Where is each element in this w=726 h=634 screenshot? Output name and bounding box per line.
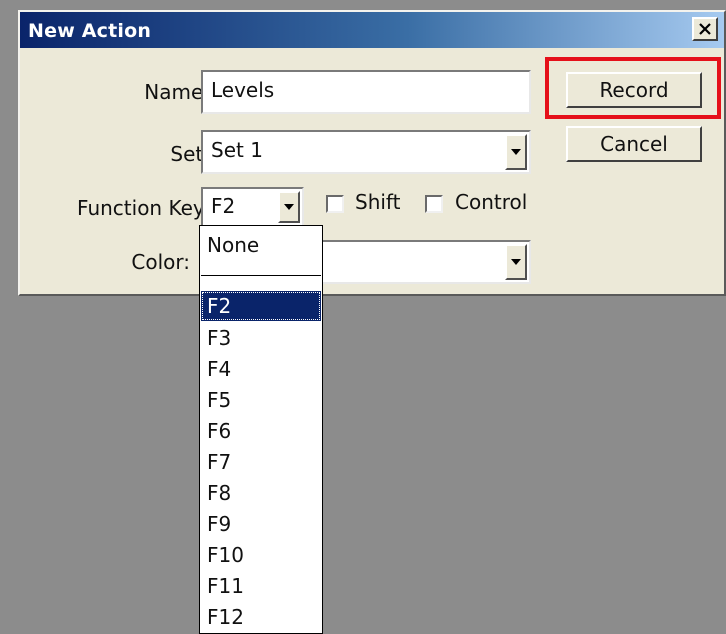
dropdown-option-f12[interactable]: F12 [201,602,321,632]
close-icon [699,23,711,35]
close-button[interactable] [692,17,718,41]
dropdown-separator [201,275,321,276]
dropdown-option-f5[interactable]: F5 [201,385,321,415]
color-dropdown-button[interactable] [505,244,527,280]
cancel-button-label: Cancel [600,132,668,156]
set-dropdown-button[interactable] [505,134,527,170]
function-key-value: F2 [211,194,236,218]
dialog-title-bar[interactable]: New Action [20,12,724,48]
control-checkbox[interactable] [425,195,443,213]
dropdown-option-f6[interactable]: F6 [201,416,321,446]
chevron-down-icon [511,259,521,265]
shift-label: Shift [355,190,401,214]
dialog-title: New Action [28,20,152,42]
dropdown-option-f8[interactable]: F8 [201,478,321,508]
shift-checkbox[interactable] [326,195,344,213]
cancel-button[interactable]: Cancel [566,126,702,162]
record-highlight-box [545,57,721,119]
dropdown-option-f7[interactable]: F7 [201,447,321,477]
dropdown-option-none[interactable]: None [201,230,321,260]
dropdown-option-f3[interactable]: F3 [201,323,321,353]
set-label: Set: [170,142,210,166]
new-action-dialog: New Action Name: Levels Set: Set 1 Funct… [18,10,726,296]
chevron-down-icon [511,149,521,155]
dropdown-option-f9[interactable]: F9 [201,509,321,539]
color-label: Color: [131,250,190,274]
dropdown-option-f4[interactable]: F4 [201,354,321,384]
dropdown-option-f10[interactable]: F10 [201,540,321,570]
name-label: Name: [144,80,210,104]
set-select[interactable]: Set 1 [201,130,531,174]
function-key-label: Function Key: [77,196,210,220]
control-label: Control [455,190,528,214]
function-key-select[interactable]: F2 [201,187,304,227]
function-key-dropdown-button[interactable] [278,191,300,223]
name-field[interactable]: Levels [201,70,531,114]
name-value: Levels [211,78,275,102]
function-key-dropdown-list[interactable]: None F2 F3 F4 F5 F6 F7 F8 F9 F10 F11 F12 [199,225,323,634]
set-value: Set 1 [211,138,263,162]
dropdown-option-f11[interactable]: F11 [201,571,321,601]
dropdown-option-f2[interactable]: F2 [201,291,321,321]
chevron-down-icon [284,204,294,210]
